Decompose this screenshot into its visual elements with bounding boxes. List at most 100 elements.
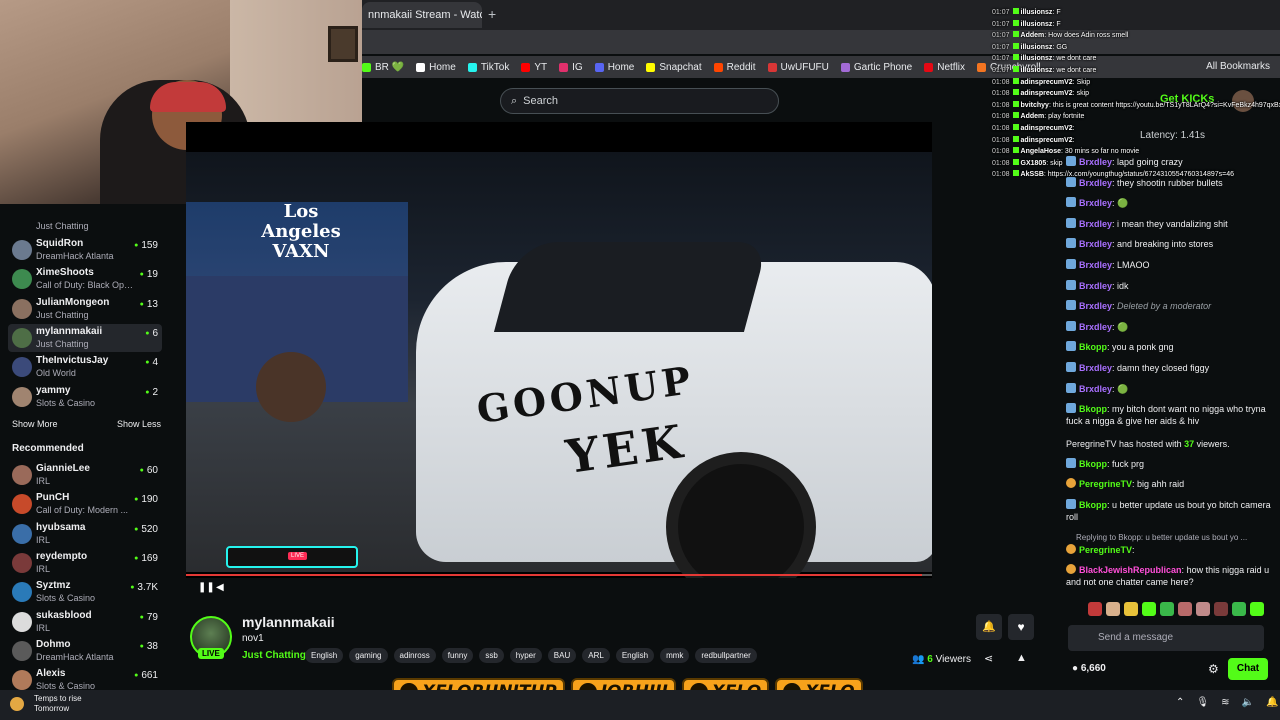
search-input[interactable]: ⌕ Search bbox=[500, 88, 779, 114]
sidebar-channel-item[interactable]: SyztmzSlots & Casino 3.7K bbox=[8, 578, 162, 606]
bookmark-item[interactable]: Home bbox=[594, 62, 634, 73]
chat-username[interactable]: Brxdley bbox=[1079, 384, 1112, 394]
chat-username[interactable]: Brxdley bbox=[1079, 281, 1112, 291]
chat-username[interactable]: Brxdley bbox=[1079, 322, 1112, 332]
chevron-up-icon[interactable]: ⌃ bbox=[1176, 697, 1184, 708]
stream-tag[interactable]: redbullpartner bbox=[695, 648, 757, 663]
channel-name: yammy bbox=[36, 384, 71, 396]
emote-icon[interactable] bbox=[1088, 602, 1102, 616]
sidebar-channel-item[interactable]: PunCHCall of Duty: Modern ... 190 bbox=[8, 490, 162, 518]
avatar bbox=[12, 582, 32, 603]
report-icon[interactable]: ▲ bbox=[1016, 652, 1027, 664]
chat-username[interactable]: Brxdley bbox=[1079, 301, 1112, 311]
sidebar-channel-item[interactable]: mylannmakaiiJust Chatting 6 bbox=[8, 323, 162, 352]
sidebar-channel-item[interactable]: TheInvictusJayOld World 4 bbox=[8, 353, 162, 381]
sidebar-channel-item[interactable]: yammySlots & Casino 2 bbox=[8, 383, 162, 411]
bookmark-item[interactable]: Gartic Phone bbox=[840, 62, 912, 73]
notification-bell-button[interactable]: 🔔 bbox=[976, 614, 1002, 640]
bookmark-item[interactable]: BR 💚 bbox=[362, 62, 404, 73]
bookmark-item[interactable]: Snapchat bbox=[646, 62, 702, 73]
chat-username[interactable]: Bkopp bbox=[1079, 404, 1107, 414]
stream-tag[interactable]: English bbox=[305, 648, 344, 663]
browser-tab[interactable]: nnmakaii Stream - Watch Live bbox=[362, 2, 482, 28]
all-bookmarks-button[interactable]: All Bookmarks bbox=[1206, 61, 1270, 72]
stream-tag[interactable]: ARL bbox=[582, 648, 610, 663]
show-more-button[interactable]: Show More bbox=[12, 419, 58, 429]
webcam-picture-frame bbox=[328, 26, 358, 62]
viewer-count: 3.7K bbox=[130, 582, 158, 593]
chat-username[interactable]: Bkopp bbox=[1079, 342, 1107, 352]
bookmark-item[interactable]: TikTok bbox=[467, 62, 509, 73]
stream-tag[interactable]: funny bbox=[441, 648, 474, 663]
emote-icon[interactable] bbox=[1124, 602, 1138, 616]
stream-tag[interactable]: English bbox=[615, 648, 655, 663]
emote-icon[interactable] bbox=[1142, 602, 1156, 616]
chat-username[interactable]: PeregrineTV bbox=[1079, 479, 1132, 489]
sidebar-channel-item[interactable]: sukasbloodIRL 79 bbox=[8, 608, 162, 636]
emote-icon[interactable] bbox=[1106, 602, 1120, 616]
stream-category[interactable]: Just Chatting bbox=[242, 650, 306, 661]
volume-icon[interactable]: 🔈 bbox=[1241, 697, 1253, 708]
stream-tags: English gaming adinross funny ssb hyper BAU ARL… bbox=[305, 648, 757, 663]
emote-icon[interactable] bbox=[1214, 602, 1228, 616]
avatar bbox=[12, 269, 32, 290]
chat-username[interactable]: Brxdley bbox=[1079, 219, 1112, 229]
bookmark-item[interactable]: Netflix bbox=[924, 62, 965, 73]
sidebar-channel-item[interactable]: reydemptoIRL 169 bbox=[8, 549, 162, 577]
pause-icon[interactable]: ❚❚ bbox=[198, 582, 215, 593]
bookmark-item[interactable]: Home bbox=[416, 62, 456, 73]
chat-username[interactable]: Brxdley bbox=[1079, 239, 1112, 249]
stream-tag[interactable]: mmk bbox=[660, 648, 690, 663]
chat-username[interactable]: Brxdley bbox=[1079, 198, 1112, 208]
weather-icon[interactable] bbox=[10, 697, 24, 711]
chat-username[interactable]: BlackJewishRepublican bbox=[1079, 565, 1182, 575]
volume-icon[interactable]: ◀ bbox=[216, 582, 224, 593]
share-icon[interactable]: ⋖ bbox=[984, 652, 993, 665]
sidebar-channel-item[interactable]: DohmoDreamHack Atlanta 38 bbox=[8, 637, 162, 665]
stream-tag[interactable]: BAU bbox=[547, 648, 577, 663]
emote-icon[interactable] bbox=[1196, 602, 1210, 616]
channel-points[interactable]: ● 6,660 bbox=[1072, 663, 1106, 674]
send-chat-button[interactable]: Chat bbox=[1228, 658, 1268, 680]
channel-name[interactable]: mylannmakaii bbox=[242, 614, 335, 630]
emote-icon[interactable] bbox=[1250, 602, 1264, 616]
weather-widget[interactable]: Temps to rise Tomorrow bbox=[34, 694, 82, 715]
chat-username[interactable]: PeregrineTV bbox=[1079, 545, 1132, 555]
bookmark-item[interactable]: UwUFUFU bbox=[767, 62, 829, 73]
show-less-button[interactable]: Show Less bbox=[117, 419, 161, 429]
bookmark-item[interactable]: Reddit bbox=[713, 62, 756, 73]
chat-message: PeregrineTV: big ahh raid bbox=[1066, 478, 1276, 490]
video-player[interactable]: GOONUP YEK Los Angeles VAXN LIVE ❚❚ ◀ bbox=[186, 122, 932, 598]
sidebar-channel-item[interactable]: XimeShootsCall of Duty: Black Ops 6 19 bbox=[8, 265, 162, 293]
chat-username[interactable]: Bkopp bbox=[1079, 459, 1107, 469]
sidebar-channel-item[interactable]: JulianMongeonJust Chatting 13 bbox=[8, 295, 162, 323]
chat-username[interactable]: Brxdley bbox=[1079, 178, 1112, 188]
stream-tag[interactable]: ssb bbox=[479, 648, 504, 663]
chat-input[interactable]: Send a message bbox=[1068, 625, 1264, 651]
emote-icon[interactable] bbox=[1178, 602, 1192, 616]
bookmark-item[interactable]: YT bbox=[521, 62, 547, 73]
chat-username[interactable]: Brxdley bbox=[1079, 157, 1112, 167]
chat-username[interactable]: Brxdley bbox=[1079, 260, 1112, 270]
overlay-time: 01:08 bbox=[992, 90, 1010, 98]
chat-username[interactable]: Bkopp bbox=[1079, 500, 1107, 510]
stream-tag[interactable]: hyper bbox=[509, 648, 542, 663]
follow-button[interactable]: ♥ bbox=[1008, 614, 1034, 640]
gear-icon[interactable]: ⚙ bbox=[1208, 662, 1219, 676]
stream-tag[interactable]: adinross bbox=[393, 648, 436, 663]
wifi-icon[interactable]: ≋ bbox=[1221, 697, 1229, 708]
badge-icon bbox=[1066, 499, 1076, 509]
chat-username[interactable]: Brxdley bbox=[1079, 363, 1112, 373]
sidebar-channel-item[interactable]: SquidRon DreamHack Atlanta 159 bbox=[8, 236, 162, 264]
channel-name: SquidRon bbox=[36, 238, 84, 249]
new-tab-icon[interactable]: + bbox=[488, 6, 496, 22]
microphone-icon[interactable]: 🎙 bbox=[1196, 697, 1209, 708]
bookmark-item[interactable]: IG bbox=[559, 62, 583, 73]
chat-message: Brxdley: LMAOO bbox=[1066, 259, 1276, 271]
emote-icon[interactable] bbox=[1160, 602, 1174, 616]
stream-tag[interactable]: gaming bbox=[349, 648, 388, 663]
bell-icon[interactable]: 🔔 bbox=[1266, 697, 1278, 708]
sidebar-channel-item[interactable]: hyubsamaIRL 520 bbox=[8, 520, 162, 548]
emote-icon[interactable] bbox=[1232, 602, 1246, 616]
sidebar-channel-item[interactable]: GiannieLee IRL 60 bbox=[8, 461, 162, 489]
